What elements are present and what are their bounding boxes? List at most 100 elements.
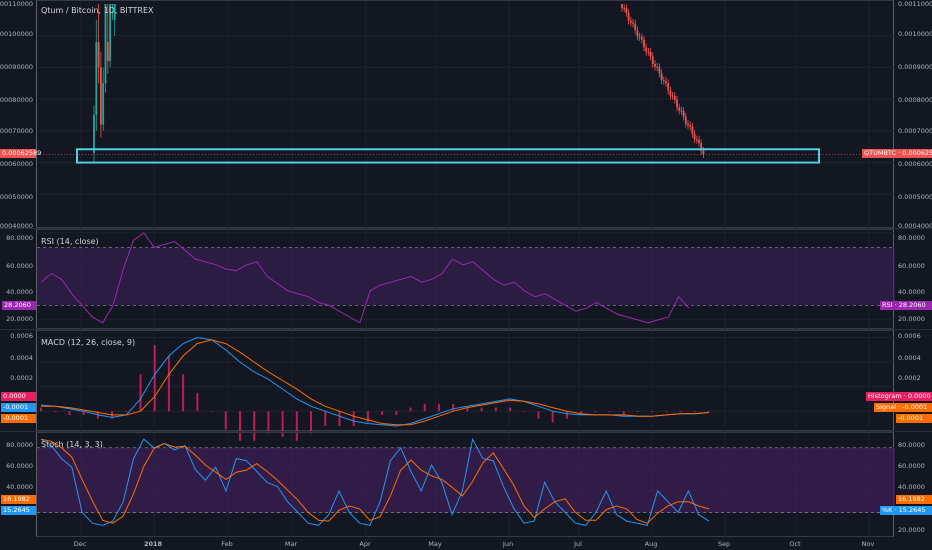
price-candle bbox=[636, 30, 639, 37]
price-tick: 0.00090000 bbox=[0, 63, 33, 71]
price-candle bbox=[97, 42, 100, 68]
time-label: Sep bbox=[717, 540, 731, 548]
macd-histogram-bar bbox=[139, 374, 142, 412]
rsi-pane[interactable]: 80.0000 60.0000 40.0000 20.0000 RSI (14,… bbox=[0, 229, 932, 330]
stoch-pane[interactable]: 80.0000 60.0000 40.0000 16.1982 15.2645 … bbox=[0, 432, 932, 538]
macd-histogram-bar bbox=[196, 392, 199, 412]
price-axis-right[interactable]: 0.00110000 0.00100000 0.00090000 0.00080… bbox=[894, 0, 932, 230]
stoch-chart[interactable] bbox=[37, 433, 895, 538]
macd-histogram-bar bbox=[565, 411, 568, 419]
macd-histogram-tag-right: Histogram · 0.0000 bbox=[866, 392, 932, 401]
rsi-tick-right: 40.0000 bbox=[898, 288, 925, 296]
time-label: May bbox=[428, 540, 442, 548]
price-candle bbox=[678, 107, 681, 111]
time-label: Mar bbox=[284, 540, 298, 548]
rsi-axis-right[interactable]: 80.0000 60.0000 40.0000 20.0000 bbox=[894, 229, 932, 329]
macd-histogram-bar bbox=[693, 411, 696, 413]
stoch-d-tag-left: 16.1982 bbox=[1, 495, 36, 504]
price-candle bbox=[682, 110, 685, 117]
stoch-title[interactable]: Stoch (14, 3, 3) bbox=[41, 440, 103, 449]
price-tick: 0.00070000 bbox=[0, 127, 33, 135]
time-label: Aug bbox=[644, 540, 658, 548]
rsi-tick: 60.0000 bbox=[6, 262, 33, 270]
macd-histogram-bar bbox=[651, 411, 654, 413]
macd-histogram-tag-left: 0.0000 bbox=[1, 392, 36, 401]
price-candle bbox=[638, 36, 641, 38]
price-candle bbox=[634, 23, 637, 31]
macd-histogram-bar bbox=[125, 411, 128, 413]
price-tick-right: 0.00080000 bbox=[898, 96, 932, 104]
symbol-title[interactable]: Qtum / Bitcoin, 1D, BITTREX bbox=[41, 6, 154, 15]
price-candle bbox=[625, 8, 628, 14]
time-axis[interactable]: Dec 2018 Feb Mar Apr May Jun Jul Aug Sep… bbox=[0, 537, 932, 550]
rsi-title[interactable]: RSI (14, close) bbox=[41, 237, 99, 246]
macd-histogram-bar bbox=[608, 411, 611, 413]
price-candle bbox=[671, 95, 674, 97]
price-axis-left[interactable]: 0.00110000 0.00100000 0.00090000 0.00080… bbox=[0, 0, 36, 230]
macd-histogram-bar bbox=[68, 411, 71, 415]
macd-plot-area[interactable]: MACD (12, 26, close, 9) bbox=[36, 330, 895, 441]
macd-pane[interactable]: 0.0006 0.0004 0.0002 0.0000 -0.0001 -0.0… bbox=[0, 330, 932, 441]
stoch-d-tag-right: 16.1982 bbox=[896, 495, 932, 504]
price-candle bbox=[693, 133, 696, 140]
time-label: Nov bbox=[861, 540, 875, 548]
macd-histogram-bar bbox=[437, 403, 440, 412]
stoch-tick: 80.0000 bbox=[6, 441, 33, 449]
stoch-axis-right[interactable]: 80.0000 60.0000 40.0000 20.0000 bbox=[894, 432, 932, 537]
price-candle bbox=[702, 150, 705, 155]
support-box bbox=[76, 148, 820, 164]
price-candle bbox=[645, 47, 648, 52]
rsi-tick-right: 60.0000 bbox=[898, 262, 925, 270]
price-candle bbox=[687, 123, 689, 126]
time-label: Jun bbox=[502, 540, 514, 548]
macd-histogram-bar bbox=[622, 411, 625, 415]
rsi-plot-area[interactable]: RSI (14, close) bbox=[36, 229, 895, 330]
time-label: 2018 bbox=[143, 540, 163, 548]
price-plot-area[interactable]: Qtum / Bitcoin, 1D, BITTREX bbox=[36, 0, 895, 229]
price-tick-right: 0.00100000 bbox=[898, 30, 932, 38]
stoch-tick: 60.0000 bbox=[6, 462, 33, 470]
rsi-axis-left[interactable]: 80.0000 60.0000 40.0000 20.0000 bbox=[0, 229, 36, 329]
rsi-band bbox=[37, 247, 895, 306]
macd-chart[interactable] bbox=[37, 331, 895, 441]
stoch-plot-area[interactable]: Stoch (14, 3, 3) bbox=[36, 432, 895, 538]
price-candle bbox=[647, 51, 650, 53]
price-candle bbox=[673, 95, 676, 100]
stoch-tick-right: 40.0000 bbox=[898, 483, 925, 491]
macd-histogram-bar bbox=[210, 411, 213, 413]
macd-tick: 0.0002 bbox=[10, 374, 33, 382]
macd-histogram-bar bbox=[153, 344, 156, 412]
price-candle bbox=[698, 139, 700, 144]
stoch-tick: 40.0000 bbox=[6, 483, 33, 491]
macd-histogram-bar bbox=[40, 407, 42, 412]
price-candle bbox=[104, 4, 107, 84]
macd-title[interactable]: MACD (12, 26, close, 9) bbox=[41, 338, 135, 347]
stoch-tick-right: 60.0000 bbox=[898, 462, 925, 470]
macd-histogram-bar bbox=[494, 407, 497, 412]
price-tick: 0.00050000 bbox=[0, 193, 33, 201]
macd-histogram-bar bbox=[167, 355, 170, 412]
price-candle bbox=[660, 73, 663, 81]
macd-tick: 0.0004 bbox=[10, 354, 33, 362]
price-candle bbox=[691, 126, 694, 134]
price-pane[interactable]: 0.00110000 0.00100000 0.00090000 0.00080… bbox=[0, 0, 932, 230]
stoch-k-tag-left: 15.2645 bbox=[1, 506, 36, 515]
price-tick-right: 0.00110000 bbox=[898, 0, 932, 8]
rsi-chart[interactable] bbox=[37, 230, 895, 330]
macd-tick-right: 0.0004 bbox=[898, 354, 921, 362]
stoch-axis-left[interactable]: 80.0000 60.0000 40.0000 bbox=[0, 432, 36, 537]
rsi-value-tag-right: RSI · 28.2060 bbox=[880, 301, 932, 310]
price-candle bbox=[102, 83, 105, 125]
price-tick-right: 0.00070000 bbox=[898, 127, 932, 135]
price-candle bbox=[695, 139, 698, 141]
price-candle bbox=[669, 90, 672, 96]
time-label: Feb bbox=[221, 540, 233, 548]
macd-histogram-bar bbox=[395, 411, 398, 415]
price-candle bbox=[684, 116, 687, 124]
rsi-tick: 20.0000 bbox=[6, 315, 33, 323]
macd-signal-tag-right: Signal · -0.0001 bbox=[874, 403, 932, 412]
price-chart[interactable] bbox=[37, 1, 895, 229]
price-candle bbox=[640, 37, 643, 40]
macd-histogram-bar bbox=[182, 374, 185, 412]
macd-tick-right: 0.0006 bbox=[898, 332, 921, 340]
